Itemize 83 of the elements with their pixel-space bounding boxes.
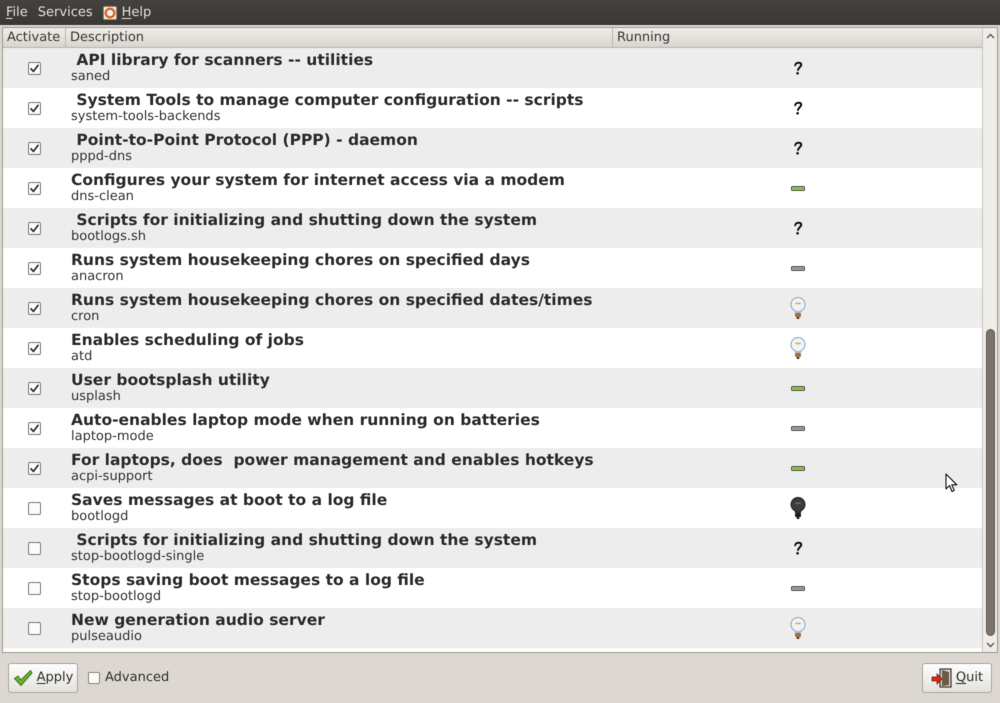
service-name: dns-clean [71,189,134,205]
service-description: For laptops, does power management and enables hotkeys [71,451,594,469]
service-description: Runs system housekeeping chores on specified dates/times [71,291,592,309]
menu-label: Services [38,4,93,20]
checkbox[interactable] [28,62,41,74]
checkbox[interactable] [88,672,100,684]
checkbox[interactable] [28,382,41,394]
checkbox[interactable] [28,622,41,634]
menu-item[interactable]: Services [32,0,98,25]
list-row[interactable]: User bootsplash utility usplash [3,368,982,408]
checkbox[interactable] [28,462,41,474]
scrollbar-thumb[interactable] [986,329,994,636]
checkbox[interactable] [28,262,41,274]
column-header[interactable]: Running [613,28,982,47]
lightbulb-icon [790,617,806,639]
checkbox[interactable] [28,222,41,234]
checkbox[interactable] [28,542,41,554]
checkbox[interactable] [28,582,41,594]
checkbox[interactable] [28,142,41,154]
list-row[interactable]: Scripts for initializing and shutting down the system stop-bootlogd-single [3,528,982,568]
service-name: acpi-support [71,469,153,485]
question-mark-icon [792,541,802,555]
column-header[interactable]: Activate [3,28,66,47]
scrollbar-track[interactable] [982,28,997,652]
service-description: Stops saving boot messages to a log file [71,571,425,589]
service-name: cron [71,309,100,325]
checkbox[interactable] [28,342,41,354]
service-name: pulseaudio [71,629,142,645]
menu-item[interactable]: Help [98,0,156,25]
checkbox[interactable] [28,422,41,434]
column-header[interactable]: Description [66,28,613,47]
service-name: saned [71,69,110,85]
service-description: API library for scanners -- utilities [75,51,374,69]
checkbox[interactable] [28,302,41,314]
service-description: Saves messages at boot to a log file [71,491,388,509]
question-mark-icon [792,61,802,75]
service-name: stop-bootlogd [71,589,162,605]
checkbox[interactable] [28,182,41,194]
mouse-pointer-icon [945,473,958,493]
service-description: Point-to-Point Protocol (PPP) - daemon [75,131,418,149]
service-description: New generation audio server [71,611,325,629]
service-name: bootlogs.sh [71,229,146,245]
chevron-up-icon [986,33,994,39]
checkbox[interactable] [28,502,41,514]
list-row[interactable]: New generation audio server pulseaudio [3,608,982,648]
lifebuoy-icon [102,6,117,20]
list-row[interactable]: For laptops, does power management and enables hotkeys acpi-support [3,448,982,488]
service-description: Scripts for initializing and shutting down the system [75,211,538,229]
service-description: System Tools to manage computer configuration -- scripts [75,91,584,109]
exit-door-icon [930,668,953,688]
question-mark-icon [792,101,802,115]
menu-label: File [6,4,28,20]
lightbulb-icon [790,297,806,319]
question-mark-icon [792,221,802,235]
lightbulb-icon [790,337,806,359]
service-name: stop-bootlogd-single [71,549,204,565]
list-row[interactable]: Scripts for initializing and shutting down the system bootlogs.sh [3,208,982,248]
service-description: Auto-enables laptop mode when running on batteries [71,411,540,429]
question-mark-icon [792,141,802,155]
service-name: system-tools-backends [71,109,220,125]
service-description: Configures your system for internet access via a modem [71,171,565,189]
service-name: anacron [71,269,124,285]
quit-button[interactable]: Quit [922,663,992,693]
service-name: usplash [71,389,121,405]
apply-button[interactable]: Apply [8,663,78,693]
checkbox[interactable] [28,102,41,114]
menu-label: Help [122,4,152,20]
chevron-down-icon [986,642,994,648]
service-description: Runs system housekeeping chores on specified days [71,251,530,269]
checkbox-label[interactable]: Advanced [105,668,170,688]
service-name: pppd-dns [71,149,132,165]
service-description: User bootsplash utility [71,371,270,389]
service-description: Scripts for initializing and shutting down the system [75,531,538,549]
service-name: laptop-mode [71,429,154,445]
service-description: Enables scheduling of jobs [71,331,304,349]
checkmark-icon [12,669,33,687]
list-row[interactable]: API library for scanners -- utilities saned [3,48,982,88]
list-row[interactable]: Runs system housekeeping chores on specified dates/times cron [3,288,982,328]
service-name: bootlogd [71,509,128,525]
menu-item[interactable]: File [1,0,33,25]
list-row[interactable]: Point-to-Point Protocol (PPP) - daemon pppd-dns [3,128,982,168]
service-name: atd [71,349,92,365]
lightbulb-icon [790,497,806,519]
